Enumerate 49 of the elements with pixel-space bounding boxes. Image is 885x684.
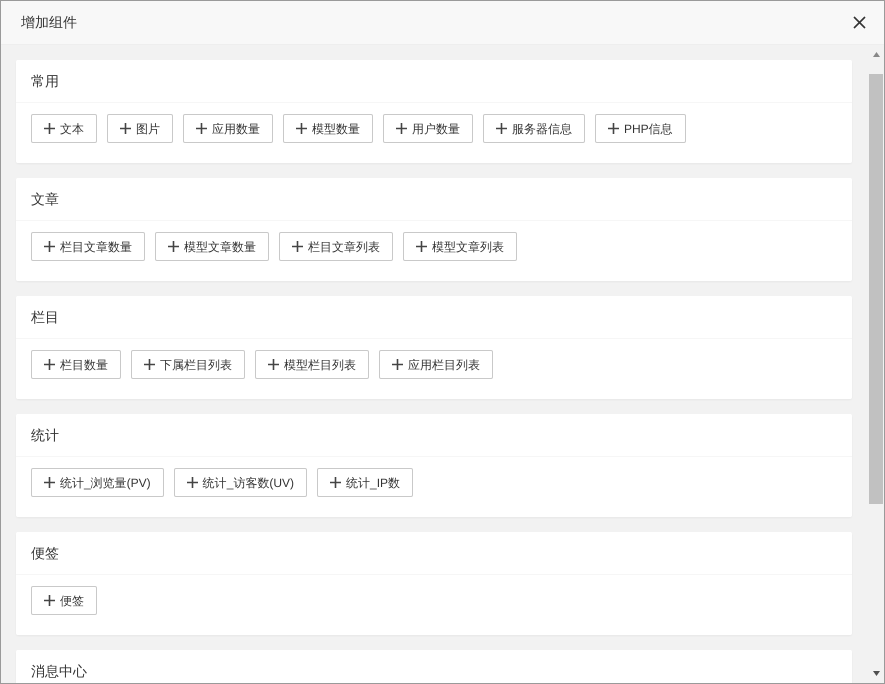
add-button[interactable]: 下属栏目列表 (131, 350, 245, 379)
plus-icon (44, 241, 55, 252)
add-button[interactable]: 文本 (31, 114, 97, 143)
card-title: 常用 (31, 72, 59, 90)
add-button[interactable]: 服务器信息 (483, 114, 585, 143)
card-title: 消息中心 (31, 662, 87, 680)
plus-icon (396, 123, 407, 134)
plus-icon (120, 123, 131, 134)
plus-icon (608, 123, 619, 134)
card-title: 便签 (31, 544, 59, 562)
card-title: 统计 (31, 426, 59, 444)
scrollbar-thumb[interactable] (869, 74, 883, 504)
add-button[interactable]: 用户数量 (383, 114, 473, 143)
plus-icon (392, 359, 403, 370)
plus-icon (44, 359, 55, 370)
plus-icon (144, 359, 155, 370)
plus-icon (496, 123, 507, 134)
add-button[interactable]: 统计_访客数(UV) (174, 468, 308, 497)
plus-icon (268, 359, 279, 370)
add-button[interactable]: 便签 (31, 586, 97, 615)
plus-icon (196, 123, 207, 134)
plus-icon (168, 241, 179, 252)
plus-icon (416, 241, 427, 252)
add-button[interactable]: 统计_IP数 (317, 468, 414, 497)
add-button[interactable]: 图片 (107, 114, 173, 143)
dialog-title: 增加组件 (21, 13, 77, 32)
plus-icon (186, 477, 198, 488)
close-icon[interactable] (853, 16, 866, 29)
add-button[interactable]: 栏目数量 (31, 350, 121, 379)
card-title: 文章 (31, 190, 59, 208)
add-button[interactable]: PHP信息 (595, 114, 686, 143)
plus-icon (44, 595, 55, 606)
add-button[interactable]: 应用数量 (183, 114, 273, 143)
add-button[interactable]: 模型文章数量 (155, 232, 269, 261)
scroll-down-icon[interactable] (872, 671, 880, 676)
add-button[interactable]: 统计_浏览量(PV) (31, 468, 164, 497)
add-button[interactable]: 模型数量 (283, 114, 373, 143)
add-button[interactable]: 应用栏目列表 (379, 350, 493, 379)
add-button[interactable]: 模型栏目列表 (255, 350, 369, 379)
add-button[interactable]: 栏目文章列表 (279, 232, 393, 261)
add-button[interactable]: 栏目文章数量 (31, 232, 145, 261)
scroll-up-icon[interactable] (872, 52, 880, 57)
add-button[interactable]: 模型文章列表 (403, 232, 517, 261)
card-title: 栏目 (31, 308, 59, 326)
plus-icon (292, 241, 303, 252)
plus-icon (330, 477, 342, 488)
plus-icon (44, 477, 55, 488)
plus-icon (44, 123, 55, 134)
plus-icon (296, 123, 307, 134)
